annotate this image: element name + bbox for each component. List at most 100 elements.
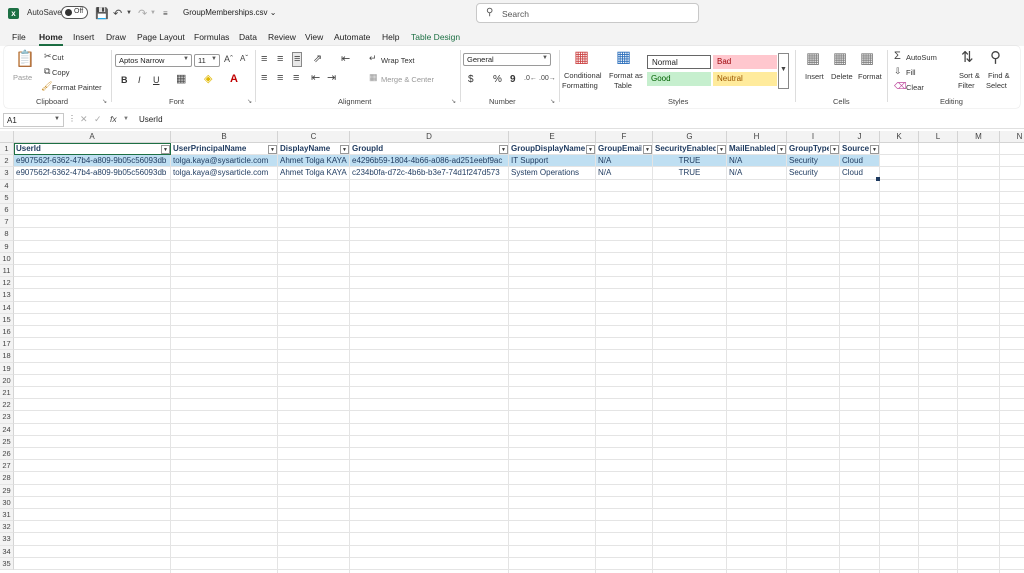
column-header-b[interactable]: B (171, 131, 278, 143)
orientation-icon[interactable]: ⇗ (313, 54, 322, 65)
column-header-i[interactable]: I (787, 131, 840, 143)
table-header-cell[interactable]: GroupId (350, 143, 498, 155)
row-header[interactable]: 32 (0, 521, 14, 534)
alignment-launcher-icon[interactable]: ↘ (451, 98, 456, 105)
paste-icon[interactable]: 📋 (15, 52, 35, 68)
table-cell[interactable]: Security (787, 155, 839, 167)
row-header[interactable]: 19 (0, 362, 14, 375)
row-header[interactable]: 25 (0, 435, 14, 448)
styles-more-icon[interactable]: ▼ (778, 53, 789, 89)
wrap-text-button[interactable]: Wrap Text (381, 56, 415, 65)
table-cell[interactable]: N/A (596, 167, 652, 179)
redo-icon[interactable]: ↷ (138, 6, 147, 20)
table-header-cell[interactable]: MailEnabled (727, 143, 776, 155)
font-color-icon[interactable]: A (230, 74, 238, 85)
table-header-cell[interactable]: GroupEmail (596, 143, 642, 155)
borders-icon[interactable]: ▦ (176, 74, 186, 85)
row-header[interactable]: 17 (0, 338, 14, 351)
column-header-g[interactable]: G (653, 131, 727, 143)
row-header[interactable]: 26 (0, 448, 14, 461)
table-cell[interactable]: Cloud (840, 167, 879, 179)
table-cell[interactable]: e907562f-6362-47b4-a809-9b05c56093db (14, 167, 170, 179)
tab-data[interactable]: Data (239, 32, 257, 42)
style-neutral[interactable]: Neutral (713, 72, 777, 86)
tab-formulas[interactable]: Formulas (194, 32, 229, 42)
table-cell[interactable]: tolga.kaya@sysarticle.com (171, 155, 277, 167)
format-as-table-label-2[interactable]: Table (614, 81, 632, 90)
tab-view[interactable]: View (305, 32, 323, 42)
column-header-n[interactable]: N (1000, 131, 1024, 143)
underline-button[interactable]: U (153, 75, 160, 85)
undo-dropdown-icon[interactable]: ▼ (126, 6, 132, 20)
conditional-formatting-label-1[interactable]: Conditional (564, 71, 602, 80)
table-cell[interactable]: IT Support (509, 155, 595, 167)
filter-dropdown-icon[interactable]: ▼ (499, 144, 508, 154)
conditional-formatting-icon[interactable]: ▦ (574, 50, 589, 66)
delete-cells-button[interactable]: Delete (831, 72, 853, 81)
decrease-indent-icon[interactable]: ⇤ (311, 73, 320, 84)
row-header[interactable]: 18 (0, 350, 14, 363)
table-header-cell[interactable]: GroupType (787, 143, 829, 155)
insert-cells-button[interactable]: Insert (805, 72, 824, 81)
column-header-e[interactable]: E (509, 131, 596, 143)
row-header[interactable]: 20 (0, 374, 14, 387)
table-cell[interactable]: Ahmet Tolga KAYA (278, 155, 349, 167)
filter-dropdown-icon[interactable]: ▼ (643, 144, 652, 154)
clear-button[interactable]: Clear (906, 83, 924, 92)
row-header[interactable]: 16 (0, 326, 14, 339)
table-cell[interactable]: c234b0fa-d72c-4b6b-b3e7-74d1f247d573 (350, 167, 508, 179)
table-cell[interactable]: Ahmet Tolga KAYA (278, 167, 349, 179)
cancel-icon[interactable]: ✕ (80, 115, 88, 124)
column-header-d[interactable]: D (350, 131, 509, 143)
autosum-button[interactable]: AutoSum (906, 53, 937, 62)
sort-filter-icon[interactable]: ⇅ (961, 50, 974, 65)
column-header-a[interactable]: A (14, 131, 171, 143)
merge-center-button[interactable]: Merge & Center (381, 75, 434, 84)
tab-automate[interactable]: Automate (334, 32, 370, 42)
formula-input[interactable]: UserId (139, 115, 163, 124)
align-center-icon[interactable]: ≡ (277, 73, 283, 84)
row-header[interactable]: 30 (0, 496, 14, 509)
find-select-label-1[interactable]: Find & (988, 71, 1010, 80)
row-header[interactable]: 27 (0, 460, 14, 473)
currency-button[interactable]: $ (468, 74, 474, 85)
table-resize-handle[interactable] (876, 176, 880, 181)
sort-filter-label-1[interactable]: Sort & (959, 71, 980, 80)
copy-icon[interactable]: ⧉ (44, 67, 50, 76)
row-header[interactable]: 12 (0, 277, 14, 290)
row-header[interactable]: 5 (0, 191, 14, 204)
table-cell[interactable]: N/A (727, 167, 786, 179)
tab-file[interactable]: File (12, 32, 26, 42)
row-header[interactable]: 34 (0, 545, 14, 558)
table-header-cell[interactable]: SecurityEnabled (653, 143, 716, 155)
table-cell[interactable]: System Operations (509, 167, 595, 179)
decrease-decimal-icon[interactable]: .00→ (539, 75, 556, 82)
align-left-icon[interactable]: ≡ (261, 73, 267, 84)
cut-button[interactable]: Cut (52, 53, 64, 62)
increase-font-icon[interactable]: Aˆ (224, 55, 233, 64)
tab-review[interactable]: Review (268, 32, 296, 42)
table-cell[interactable]: Cloud (840, 155, 879, 167)
font-size-select[interactable]: 11 ▼ (194, 54, 220, 67)
redo-dropdown-icon[interactable]: ▼ (150, 6, 156, 20)
tab-draw[interactable]: Draw (106, 32, 126, 42)
number-format-select[interactable]: General ▼ (463, 53, 551, 66)
table-cell[interactable]: e4296b59-1804-4b66-a086-ad251eebf9ac (350, 155, 508, 167)
row-header[interactable]: 35 (0, 557, 14, 570)
file-name[interactable]: GroupMemberships.csv ⌄ (183, 8, 276, 17)
tab-table-design[interactable]: Table Design (411, 32, 460, 42)
table-cell[interactable]: N/A (596, 155, 652, 167)
name-box[interactable]: A1 ▼ (3, 113, 64, 127)
tab-insert[interactable]: Insert (73, 32, 94, 42)
save-icon[interactable]: 💾 (95, 6, 109, 20)
align-right-icon[interactable]: ≡ (293, 73, 299, 84)
filter-dropdown-icon[interactable]: ▼ (830, 144, 839, 154)
clipboard-launcher-icon[interactable]: ↘ (102, 98, 107, 105)
customize-toolbar-icon[interactable]: ≡ (163, 6, 168, 20)
conditional-formatting-label-2[interactable]: Formatting (562, 81, 598, 90)
row-header[interactable]: 22 (0, 399, 14, 412)
align-top-icon[interactable]: ≡ (261, 54, 267, 65)
increase-decimal-icon[interactable]: .0← (524, 75, 537, 82)
delete-cells-icon[interactable]: ▦ (833, 51, 847, 66)
row-header[interactable]: 14 (0, 301, 14, 314)
